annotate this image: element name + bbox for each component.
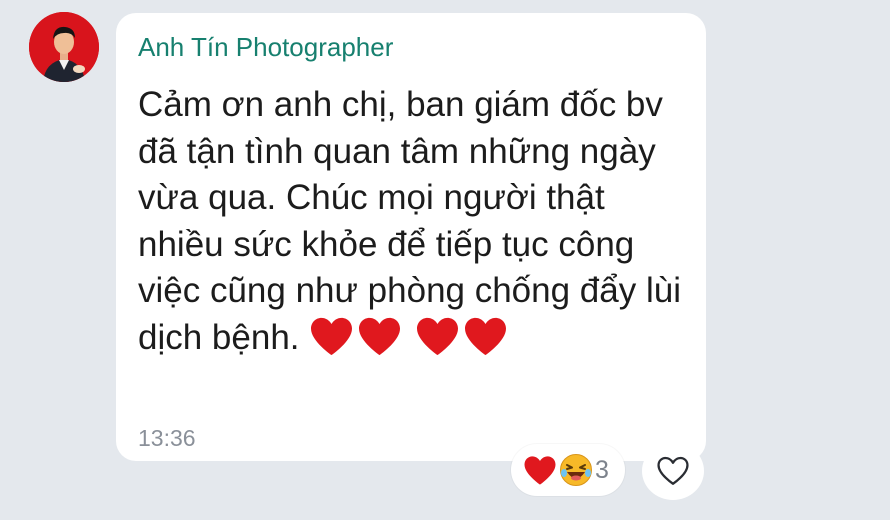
heart-reaction-icon: [524, 455, 556, 485]
message-timestamp: 13:36: [138, 425, 196, 451]
message-text: Cảm ơn anh chị, ban giám đốc bv đã tận t…: [138, 85, 681, 357]
red-heart-icon: [359, 317, 401, 355]
red-heart-icon: [465, 317, 506, 355]
reactions-summary[interactable]: 3: [511, 444, 625, 496]
heart-emoji-group: [309, 317, 511, 357]
message-text-block: Cảm ơn anh chị, ban giám đốc bv đã tận t…: [138, 82, 688, 361]
sender-name[interactable]: Anh Tín Photographer: [138, 32, 684, 62]
heart-outline-icon: [657, 456, 689, 485]
sender-avatar[interactable]: [29, 12, 99, 82]
reaction-count: 3: [595, 456, 609, 484]
red-heart-icon: [311, 317, 353, 355]
message-bubble[interactable]: Anh Tín Photographer Cảm ơn anh chị, ban…: [116, 13, 706, 461]
red-heart-icon: [417, 317, 458, 355]
add-reaction-button[interactable]: [642, 442, 704, 500]
laughing-face-icon: [560, 454, 592, 486]
